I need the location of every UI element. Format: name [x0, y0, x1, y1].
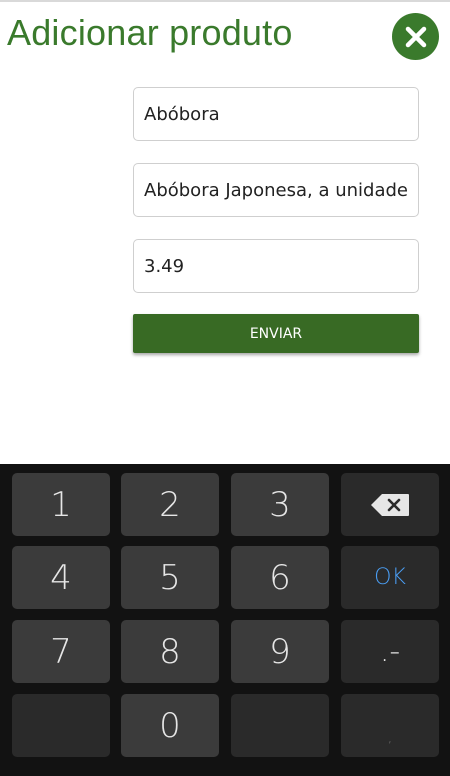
key-4[interactable]: 4 — [12, 546, 110, 609]
close-button[interactable] — [392, 13, 439, 60]
product-price-field[interactable]: 3.49 — [133, 239, 419, 293]
key-3[interactable]: 3 — [231, 473, 329, 536]
key-9[interactable]: 9 — [231, 620, 329, 683]
page-title: Adicionar produto — [7, 12, 293, 53]
product-name-field[interactable]: Abóbora — [133, 87, 419, 141]
screen: Adicionar produto Abóbora Abóbora Japone… — [0, 0, 450, 776]
product-description-field[interactable]: Abóbora Japonesa, a unidade — [133, 163, 419, 217]
key-6[interactable]: 6 — [231, 546, 329, 609]
ok-key[interactable]: OK — [341, 546, 439, 609]
blank-key-left[interactable] — [12, 694, 110, 757]
key-5[interactable]: 5 — [121, 546, 219, 609]
key-0[interactable]: 0 — [121, 694, 219, 757]
dot-dash-key[interactable]: .- — [341, 620, 439, 683]
blank-key-middle[interactable] — [231, 694, 329, 757]
key-2[interactable]: 2 — [121, 473, 219, 536]
backspace-key[interactable] — [341, 473, 439, 536]
key-7[interactable]: 7 — [12, 620, 110, 683]
backspace-icon — [371, 493, 409, 516]
key-8[interactable]: 8 — [121, 620, 219, 683]
close-icon — [405, 26, 426, 47]
key-1[interactable]: 1 — [12, 473, 110, 536]
comma-key[interactable]: , — [341, 694, 439, 757]
submit-button[interactable]: ENVIAR — [133, 314, 419, 353]
top-divider — [0, 0, 450, 2]
numeric-keyboard: 1 2 3 4 5 6 OK 7 8 9 .- 0 , — [0, 464, 450, 776]
